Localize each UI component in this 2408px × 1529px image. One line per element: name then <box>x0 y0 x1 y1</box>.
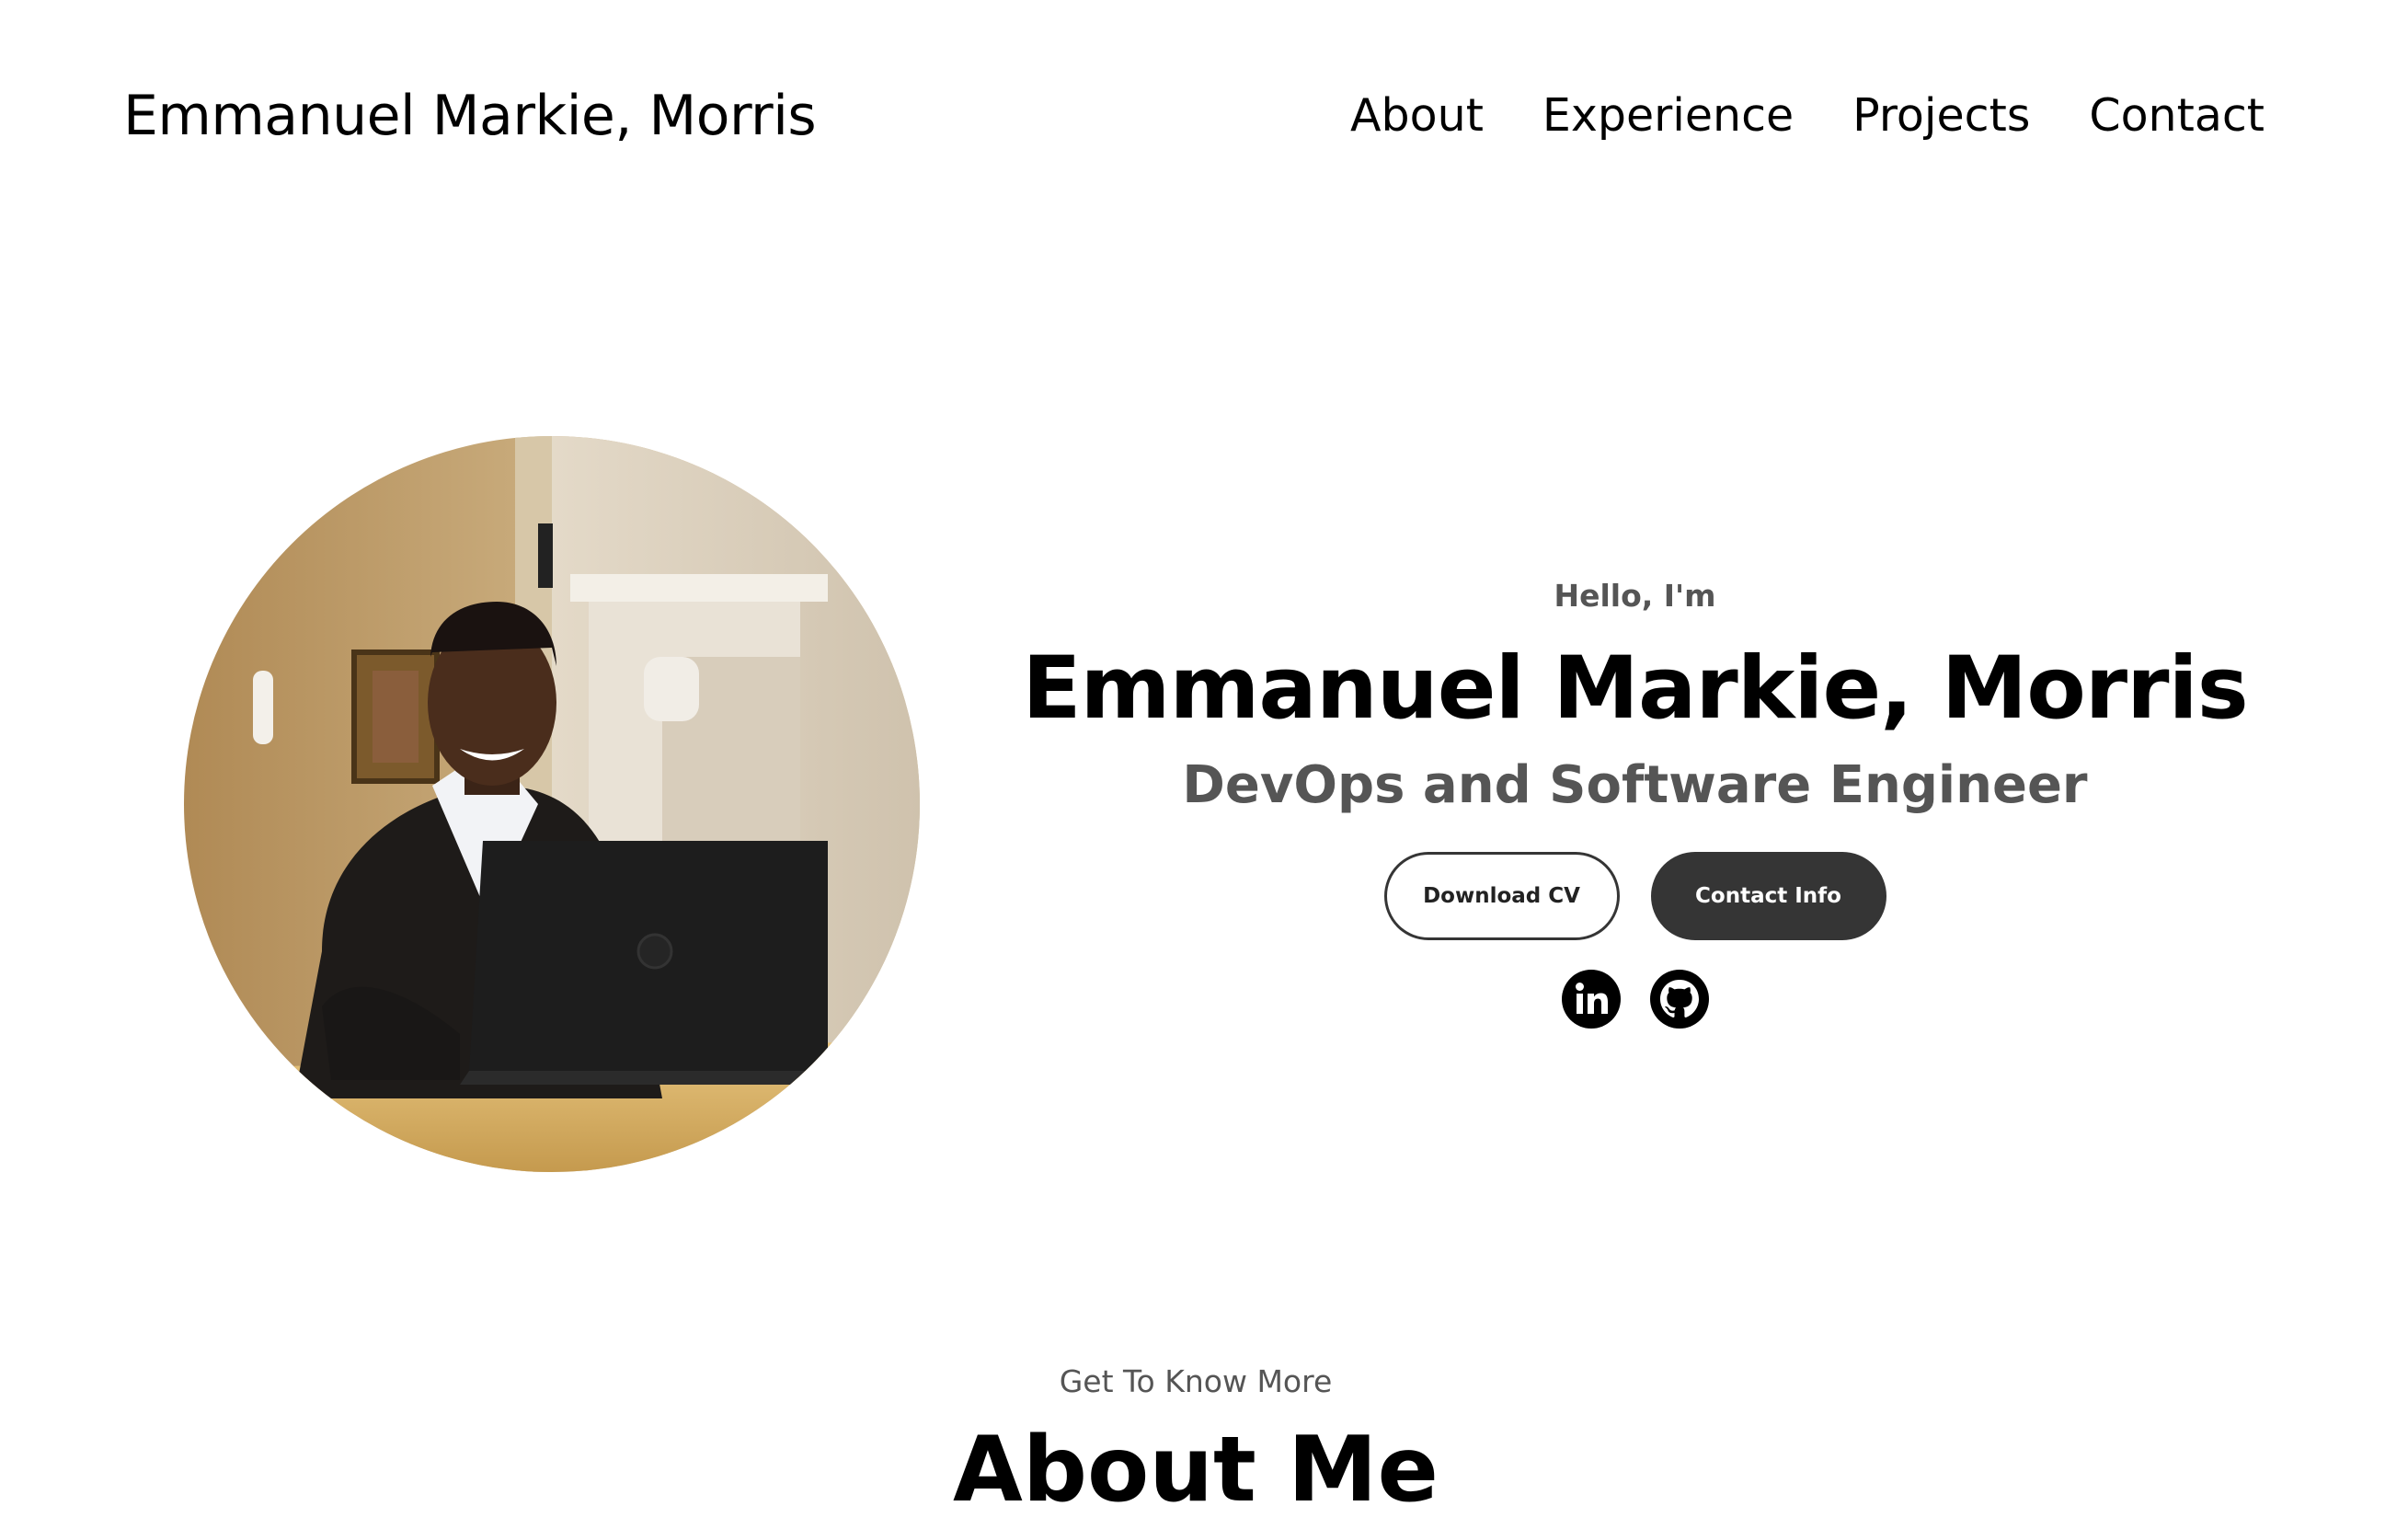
hero-name: Emmanuel Markie, Morris <box>1022 638 2248 739</box>
about-title: About Me <box>952 1418 1439 1523</box>
nav-projects[interactable]: Projects <box>1852 85 2030 147</box>
about-subtitle: Get To Know More <box>1059 1363 1333 1399</box>
nav-experience[interactable]: Experience <box>1542 85 1794 147</box>
profile-picture <box>184 436 920 1172</box>
top-nav: About Experience Projects Contact <box>1350 85 2265 147</box>
hero-greeting: Hello, I'm <box>1554 578 1716 614</box>
nav-contact[interactable]: Contact <box>2089 85 2265 147</box>
social-links <box>975 970 2295 1029</box>
linkedin-icon[interactable] <box>1561 970 1621 1029</box>
nav-about[interactable]: About <box>1350 85 1484 147</box>
hero-section: Hello, I'm Emmanuel Markie, Morris DevOp… <box>975 576 2295 1029</box>
github-icon[interactable] <box>1649 970 1709 1029</box>
contact-info-button[interactable]: Contact Info <box>1650 852 1886 940</box>
hero-buttons: Download CV Contact Info <box>975 852 2295 940</box>
download-cv-button[interactable]: Download CV <box>1383 852 1620 940</box>
hero-role: DevOps and Software Engineer <box>1182 755 2088 815</box>
site-logo[interactable]: Emmanuel Markie, Morris <box>123 81 817 151</box>
